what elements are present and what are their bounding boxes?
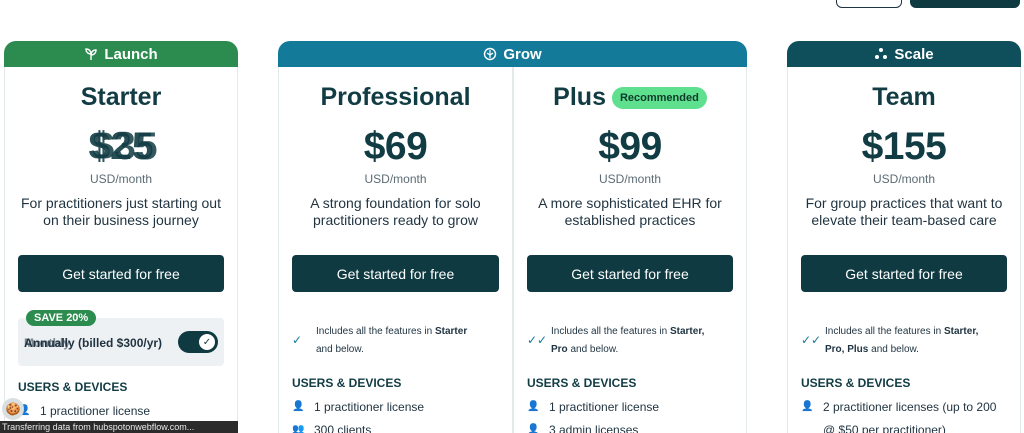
users-icon: 👥	[292, 424, 305, 433]
feature-item: 👤 3 admin licenses	[527, 419, 738, 433]
get-started-button[interactable]: Get started for free	[527, 255, 733, 292]
plan-card-starter: Starter $25 $35 USD/month For practition…	[4, 67, 238, 433]
plan-price: $69	[363, 125, 428, 168]
plan-card-plus: Plus Recommended $99 USD/month A more so…	[513, 67, 747, 433]
includes-plan: Pro, Plus	[825, 344, 869, 355]
includes-note: ✓ Includes all the features in Starter a…	[292, 323, 504, 359]
price-period: USD/month	[89, 172, 153, 186]
get-started-button[interactable]: Get started for free	[801, 255, 1007, 292]
feature-text: 3 admin licenses	[549, 423, 639, 433]
includes-note: ✓✓ Includes all the features in Starter,…	[527, 323, 738, 359]
plan-name: Plus	[553, 83, 606, 111]
includes-plan: Starter,	[943, 326, 979, 337]
plan-name-row: Plus Recommended	[514, 83, 746, 112]
includes-note: ✓✓ Includes all the features in Starter,…	[801, 323, 1012, 359]
double-check-icon: ✓✓	[527, 333, 548, 347]
group-label-launch: Launch	[104, 45, 158, 63]
top-primary-button[interactable]	[910, 0, 1020, 8]
includes-suffix: and below.	[567, 344, 619, 355]
includes-text: Includes all the features in	[551, 326, 670, 337]
price-period: USD/month	[364, 172, 427, 186]
price-period: USD/month	[872, 172, 936, 186]
includes-plan: Starter,	[669, 326, 705, 337]
plan-description: For practitioners just starting out on t…	[21, 195, 221, 228]
toggle-label-annual: Annually (billed $300/yr)	[24, 336, 163, 350]
plan-price: $155	[861, 125, 947, 168]
section-title-users-devices: USERS & DEVICES	[801, 376, 911, 390]
section-title-users-devices: USERS & DEVICES	[292, 376, 402, 390]
includes-suffix: and below.	[316, 344, 364, 355]
user-icon: 👤	[527, 401, 540, 412]
feature-text: 1 practitioner license	[549, 400, 660, 414]
plan-name: Starter	[80, 83, 162, 111]
plan-description: For group practices that want to elevate…	[805, 195, 1003, 228]
plan-price: $25 $35	[5, 125, 237, 171]
plan-price: $99	[598, 125, 662, 168]
sprout-icon	[84, 47, 98, 61]
section-title-users-devices: USERS & DEVICES	[527, 376, 637, 390]
user-icon: 👤	[527, 424, 540, 433]
user-icon: 👤	[292, 401, 305, 412]
section-title-users-devices: USERS & DEVICES	[18, 380, 128, 394]
includes-plan: Pro	[551, 344, 568, 355]
feature-item: 👥 300 clients	[292, 419, 504, 433]
group-header-launch: Launch	[4, 41, 238, 67]
get-started-button[interactable]: Get started for free	[292, 255, 499, 292]
user-icon: 👤	[801, 401, 814, 412]
recommended-badge: Recommended	[611, 86, 707, 109]
plan-card-team: Team $155 USD/month For group practices …	[787, 67, 1021, 433]
cookie-settings-icon[interactable]: 🍪	[2, 398, 24, 420]
get-started-button[interactable]: Get started for free	[18, 255, 224, 292]
plan-description: A strong foundation for solo practitione…	[310, 195, 481, 228]
feature-text: 1 practitioner license	[314, 400, 425, 414]
includes-text: Includes all the features in	[825, 326, 944, 337]
feature-text: 2 practitioner licenses (up to 200	[823, 400, 997, 414]
price-monthly: $35	[92, 125, 158, 168]
feature-text: 300 clients	[314, 423, 372, 433]
group-label-grow: Grow	[503, 45, 542, 63]
includes-plan: Starter	[434, 326, 468, 337]
feature-text: 1 practitioner license	[40, 404, 151, 418]
plan-description: A more sophisticated EHR for established…	[538, 195, 722, 228]
group-label-scale: Scale	[894, 45, 934, 63]
check-icon: ✓	[292, 333, 303, 347]
group-header-grow: Grow	[278, 41, 747, 67]
feature-item-continued: @ $50 per practitioner)	[801, 419, 1012, 433]
feature-item: 👤 1 practitioner license	[292, 396, 504, 418]
check-icon: ✓	[199, 334, 215, 350]
includes-suffix: and below.	[868, 344, 919, 355]
plan-name: Team	[872, 83, 936, 111]
group-header-scale: Scale	[787, 41, 1021, 67]
feature-item: 👤 2 practitioner licenses (up to 200	[801, 396, 1012, 418]
feature-item: 👤 1 practitioner license	[18, 400, 229, 422]
people-icon	[874, 47, 888, 61]
price-period: USD/month	[598, 172, 662, 186]
triple-check-icon: ✓✓	[801, 333, 822, 347]
top-secondary-button[interactable]	[836, 0, 902, 8]
feature-item: 👤 1 practitioner license	[527, 396, 738, 418]
save-badge: SAVE 20%	[26, 310, 97, 326]
browser-status-bar: Transferring data from hubspotonwebflow.…	[0, 421, 238, 433]
feature-text: @ $50 per practitioner)	[823, 423, 946, 433]
plan-name: Professional	[320, 83, 471, 111]
billing-toggle-switch[interactable]: ✓	[178, 331, 218, 353]
leaf-icon	[483, 47, 497, 61]
plan-card-professional: Professional $69 USD/month A strong foun…	[278, 67, 513, 433]
includes-text: Includes all the features in	[316, 326, 435, 337]
